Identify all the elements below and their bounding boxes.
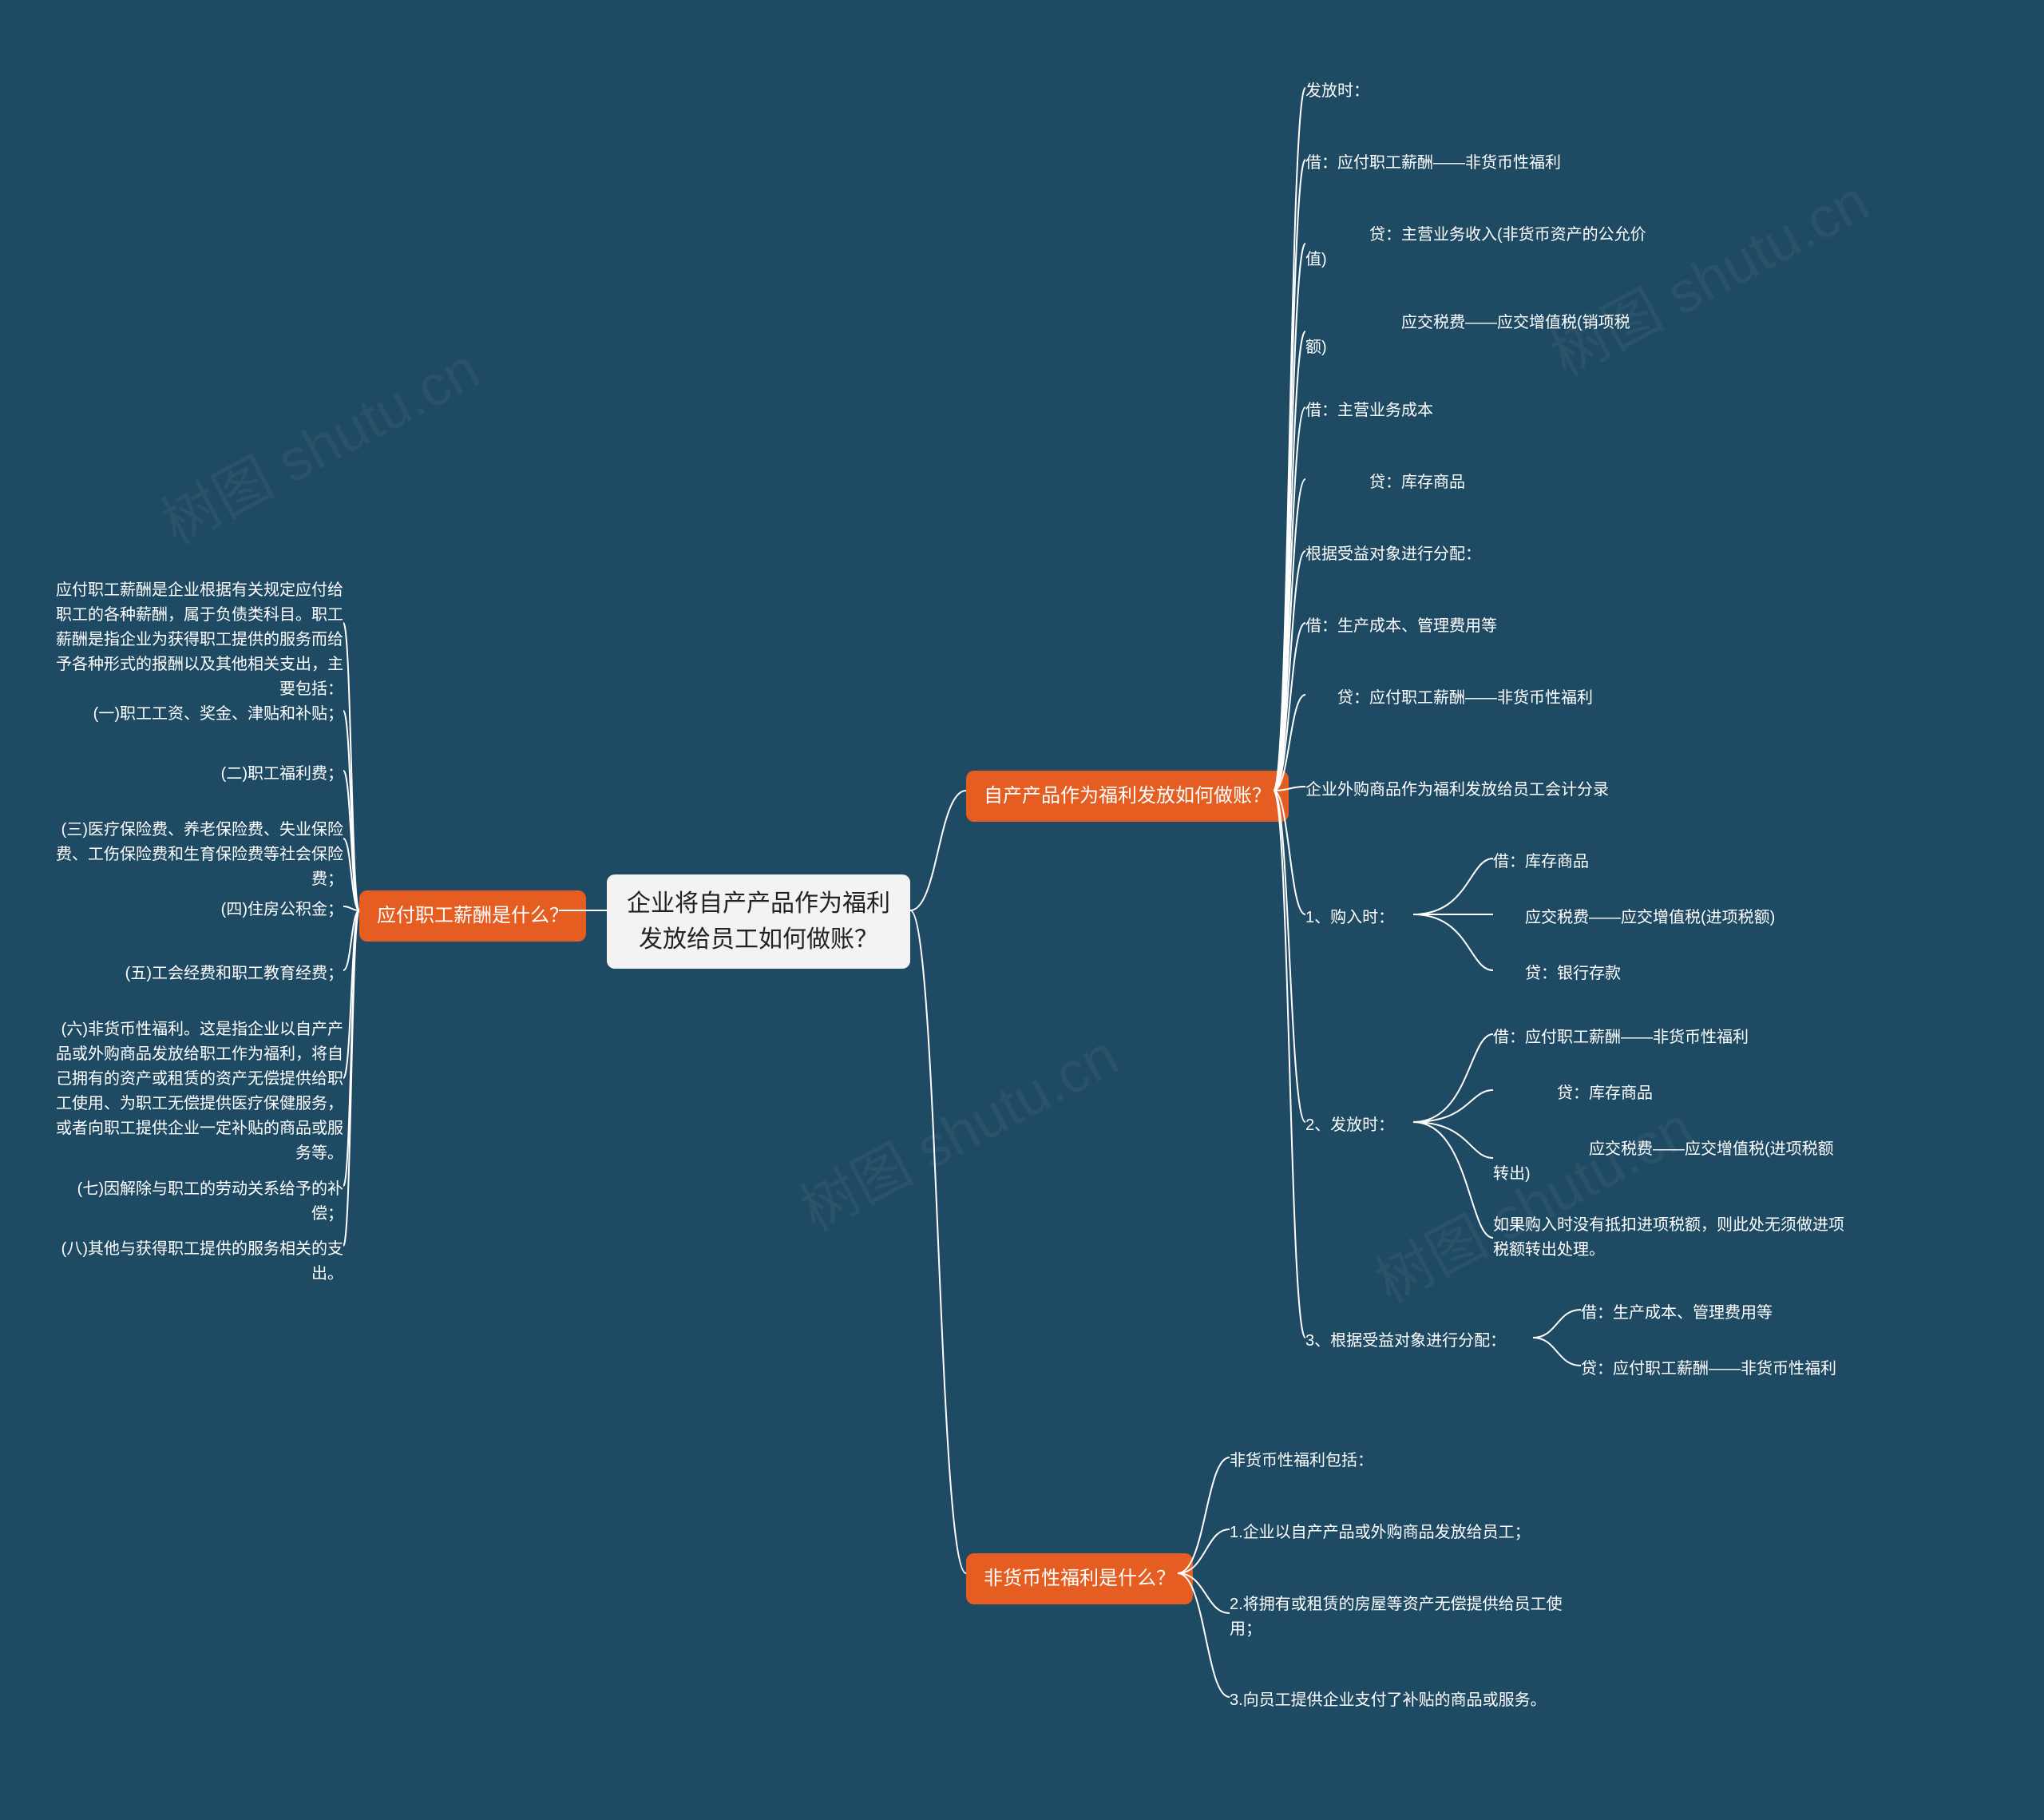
leaf-rb-0: 非货币性福利包括： xyxy=(1230,1445,1373,1477)
leaf-ra-3: 应交税费——应交增值税(销项税额) xyxy=(1305,307,1649,363)
leaf-rb-2: 2.将拥有或租赁的房屋等资产无偿提供给员工使用； xyxy=(1230,1589,1565,1645)
watermark: 树图 shutu.cn xyxy=(1358,1081,1705,1318)
sub1-2: 贷：银行存款 xyxy=(1493,958,1621,989)
sub1-1: 应交税费——应交增值税(进项税额) xyxy=(1493,902,1775,934)
leaf-rb-1: 1.企业以自产产品或外购商品发放给员工； xyxy=(1230,1517,1531,1548)
branch-non-monetary[interactable]: 非货币性福利是什么？ xyxy=(966,1553,1193,1604)
branch-self-product[interactable]: 自产产品作为福利发放如何做账？ xyxy=(966,771,1289,822)
leaf-left-3: (三)医疗保险费、养老保险费、失业保险费、工伤保险费和生育保险费等社会保险费； xyxy=(48,815,343,895)
leaf-ra-7: 借：生产成本、管理费用等 xyxy=(1305,611,1497,642)
leaf-ra-6: 根据受益对象进行分配： xyxy=(1305,539,1481,570)
leaf-left-7: (七)因解除与职工的劳动关系给予的补偿； xyxy=(48,1174,343,1230)
root-node[interactable]: 企业将自产产品作为福利发放给员工如何做账？ xyxy=(607,874,910,969)
sub3-0: 借：生产成本、管理费用等 xyxy=(1581,1298,1773,1329)
sub2-0: 借：应付职工薪酬——非货币性福利 xyxy=(1493,1022,1749,1053)
sub2-1: 贷：库存商品 xyxy=(1493,1078,1653,1109)
sub1-0: 借：库存商品 xyxy=(1493,847,1589,878)
leaf-ra-4: 借：主营业务成本 xyxy=(1305,395,1433,426)
leaf-ra-8: 贷：应付职工薪酬——非货币性福利 xyxy=(1305,683,1593,714)
leaf-left-0: 应付职工薪酬是企业根据有关规定应付给职工的各种薪酬，属于负债类科目。职工薪酬是指… xyxy=(48,575,343,705)
leaf-left-8: (八)其他与获得职工提供的服务相关的支出。 xyxy=(48,1234,343,1290)
watermark: 树图 shutu.cn xyxy=(145,323,491,560)
leaf-ra-0: 发放时： xyxy=(1305,76,1369,107)
sub2-3: 如果购入时没有抵扣进项税额，则此处无须做进项税额转出处理。 xyxy=(1493,1210,1844,1266)
leaf-left-1: (一)职工工资、奖金、津贴和补贴； xyxy=(48,699,343,730)
sub2-2: 应交税费——应交增值税(进项税额转出) xyxy=(1493,1134,1836,1190)
watermark: 树图 shutu.cn xyxy=(783,1009,1130,1247)
leaf-rb-3: 3.向员工提供企业支付了补贴的商品或服务。 xyxy=(1230,1685,1547,1716)
sub1-label: 1、购入时： xyxy=(1305,902,1394,934)
leaf-left-5: (五)工会经费和职工教育经费； xyxy=(48,958,343,989)
sub2-label: 2、发放时： xyxy=(1305,1110,1394,1141)
branch-salary[interactable]: 应付职工薪酬是什么？ xyxy=(359,890,586,942)
leaf-ra-1: 借：应付职工薪酬——非货币性福利 xyxy=(1305,148,1561,179)
leaf-left-6: (六)非货币性福利。这是指企业以自产产品或外购商品发放给职工作为福利，将自己拥有… xyxy=(48,1014,343,1169)
leaf-left-2: (二)职工福利费； xyxy=(48,759,343,790)
leaf-ra-9: 企业外购商品作为福利发放给员工会计分录 xyxy=(1305,775,1609,806)
sub3-1: 贷：应付职工薪酬——非货币性福利 xyxy=(1581,1354,1836,1385)
leaf-ra-2: 贷：主营业务收入(非货币资产的公允价值) xyxy=(1305,220,1649,276)
sub3-label: 3、根据受益对象进行分配： xyxy=(1305,1326,1506,1357)
leaf-ra-5: 贷：库存商品 xyxy=(1305,467,1465,498)
leaf-left-4: (四)住房公积金； xyxy=(48,894,343,926)
